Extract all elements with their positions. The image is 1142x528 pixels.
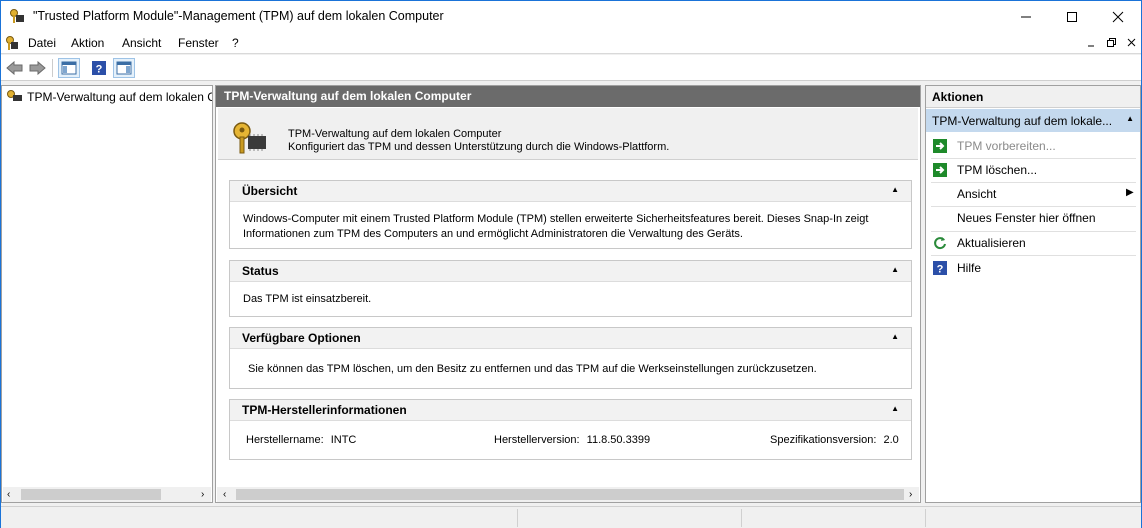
menu-datei[interactable]: Datei bbox=[28, 36, 56, 50]
status-text: Das TPM ist einsatzbereit. bbox=[243, 293, 372, 305]
results-horizontal-scrollbar[interactable]: ‹ › bbox=[217, 487, 919, 502]
spec-version-row: Spezifikationsversion: 2.0 bbox=[770, 434, 899, 446]
results-header: TPM-Verwaltung auf dem lokalen Computer bbox=[216, 86, 920, 107]
child-restore-button[interactable] bbox=[1105, 36, 1119, 50]
collapse-caret-icon[interactable]: ▲ bbox=[891, 185, 899, 194]
scroll-right-icon[interactable]: › bbox=[201, 489, 204, 500]
section-manufacturer: TPM-Herstellerinformationen ▲ Hersteller… bbox=[229, 399, 912, 460]
toolbar-separator bbox=[52, 59, 53, 77]
section-status-header[interactable]: Status ▲ bbox=[230, 261, 911, 282]
status-bar bbox=[1, 506, 1141, 528]
show-action-pane-icon[interactable] bbox=[113, 58, 135, 78]
section-title: Verfügbare Optionen bbox=[242, 331, 361, 345]
scroll-thumb[interactable] bbox=[21, 489, 161, 500]
help-icon[interactable]: ? bbox=[89, 58, 109, 78]
help-icon: ? bbox=[933, 261, 947, 276]
section-overview-body: Windows-Computer mit einem Trusted Platf… bbox=[243, 212, 868, 242]
action-refresh[interactable]: Aktualisieren bbox=[957, 236, 1026, 250]
maximize-button[interactable] bbox=[1049, 1, 1095, 32]
tpm-key-chip-icon bbox=[232, 121, 268, 155]
app-menu-icon[interactable] bbox=[5, 35, 19, 51]
tree-item-tpm[interactable]: TPM-Verwaltung auf dem lokalen C bbox=[6, 89, 212, 104]
tree-item-label: TPM-Verwaltung auf dem lokalen C bbox=[27, 90, 212, 104]
section-title: Status bbox=[242, 264, 279, 278]
spec-version-value: 2.0 bbox=[883, 434, 899, 446]
forward-arrow-icon[interactable] bbox=[27, 58, 47, 78]
manufacturer-name-value: INTC bbox=[330, 434, 357, 446]
section-title: TPM-Herstellerinformationen bbox=[242, 403, 407, 417]
actions-subheader[interactable]: TPM-Verwaltung auf dem lokale... ▲ bbox=[926, 109, 1140, 132]
back-arrow-icon[interactable] bbox=[5, 58, 25, 78]
action-new-window[interactable]: Neues Fenster hier öffnen bbox=[957, 211, 1096, 225]
actions-header: Aktionen bbox=[926, 86, 1140, 108]
tree-horizontal-scrollbar[interactable]: ‹ › bbox=[3, 487, 211, 502]
options-text: Sie können das TPM löschen, um den Besit… bbox=[248, 363, 817, 375]
action-prepare-tpm[interactable]: TPM vorbereiten... bbox=[957, 139, 1056, 153]
action-clear-tpm[interactable]: TPM löschen... bbox=[957, 163, 1037, 177]
action-separator bbox=[931, 158, 1136, 159]
mmc-window: "Trusted Platform Module"-Management (TP… bbox=[0, 0, 1142, 528]
window-title: "Trusted Platform Module"-Management (TP… bbox=[33, 9, 444, 23]
status-divider bbox=[517, 509, 518, 527]
manufacturer-name-row: Herstellername: INTC bbox=[246, 434, 356, 446]
minimize-button[interactable] bbox=[1003, 1, 1049, 32]
manufacturer-name-label: Herstellername: bbox=[246, 434, 324, 446]
toolbar: ? bbox=[1, 55, 1141, 81]
tpm-chip-icon bbox=[7, 90, 22, 101]
svg-text:?: ? bbox=[937, 264, 944, 276]
scroll-thumb[interactable] bbox=[236, 489, 904, 500]
action-separator bbox=[931, 182, 1136, 183]
green-arrow-icon bbox=[933, 139, 947, 153]
overview-line-2: Informationen zum TPM des Computers an u… bbox=[243, 228, 743, 240]
results-pane: TPM-Verwaltung auf dem lokalen Computer … bbox=[215, 85, 921, 503]
refresh-icon bbox=[933, 236, 947, 250]
scroll-left-icon[interactable]: ‹ bbox=[7, 489, 10, 500]
scroll-right-icon[interactable]: › bbox=[909, 489, 912, 500]
collapse-caret-icon[interactable]: ▲ bbox=[1126, 114, 1134, 123]
svg-text:?: ? bbox=[96, 64, 103, 76]
submenu-arrow-icon[interactable]: ▶ bbox=[1126, 187, 1134, 198]
console-tree: TPM-Verwaltung auf dem lokalen C ‹ › bbox=[1, 85, 213, 503]
section-overview: Übersicht ▲ Windows-Computer mit einem T… bbox=[229, 180, 912, 249]
close-button[interactable] bbox=[1095, 1, 1141, 32]
manufacturer-version-row: Herstellerversion: 11.8.50.3399 bbox=[494, 434, 650, 446]
actions-subheader-label: TPM-Verwaltung auf dem lokale... bbox=[932, 114, 1113, 128]
green-arrow-icon bbox=[933, 163, 947, 177]
spec-version-label: Spezifikationsversion: bbox=[770, 434, 877, 446]
action-help[interactable]: Hilfe bbox=[957, 261, 981, 275]
menu-help[interactable]: ? bbox=[232, 36, 239, 50]
section-status: Status ▲ Das TPM ist einsatzbereit. bbox=[229, 260, 912, 317]
menu-fenster[interactable]: Fenster bbox=[178, 36, 219, 50]
child-close-button[interactable] bbox=[1125, 36, 1139, 50]
intro-title: TPM-Verwaltung auf dem lokalen Computer bbox=[288, 128, 502, 140]
section-manufacturer-header[interactable]: TPM-Herstellerinformationen ▲ bbox=[230, 400, 911, 421]
menu-aktion[interactable]: Aktion bbox=[71, 36, 104, 50]
collapse-caret-icon[interactable]: ▲ bbox=[891, 265, 899, 274]
section-options-header[interactable]: Verfügbare Optionen ▲ bbox=[230, 328, 911, 349]
title-bar[interactable]: "Trusted Platform Module"-Management (TP… bbox=[1, 1, 1141, 32]
action-separator bbox=[931, 231, 1136, 232]
intro-description: Konfiguriert das TPM und dessen Unterstü… bbox=[288, 141, 670, 153]
actions-pane: Aktionen TPM-Verwaltung auf dem lokale..… bbox=[925, 85, 1141, 503]
menu-ansicht[interactable]: Ansicht bbox=[122, 36, 161, 50]
child-minimize-button[interactable] bbox=[1085, 36, 1099, 50]
section-options: Verfügbare Optionen ▲ Sie können das TPM… bbox=[229, 327, 912, 389]
status-divider bbox=[925, 509, 926, 527]
overview-line-1: Windows-Computer mit einem Trusted Platf… bbox=[243, 213, 869, 225]
menu-bar: Datei Aktion Ansicht Fenster ? bbox=[1, 32, 1141, 54]
status-divider bbox=[741, 509, 742, 527]
action-view[interactable]: Ansicht bbox=[957, 187, 996, 201]
scroll-left-icon[interactable]: ‹ bbox=[223, 489, 226, 500]
manufacturer-version-value: 11.8.50.3399 bbox=[586, 434, 651, 446]
intro-banner: TPM-Verwaltung auf dem lokalen Computer … bbox=[218, 108, 918, 160]
action-separator bbox=[931, 255, 1136, 256]
section-title: Übersicht bbox=[242, 184, 298, 198]
show-tree-icon[interactable] bbox=[58, 58, 80, 78]
collapse-caret-icon[interactable]: ▲ bbox=[891, 332, 899, 341]
action-separator bbox=[931, 206, 1136, 207]
manufacturer-version-label: Herstellerversion: bbox=[494, 434, 580, 446]
collapse-caret-icon[interactable]: ▲ bbox=[891, 404, 899, 413]
section-overview-header[interactable]: Übersicht ▲ bbox=[230, 181, 911, 202]
tpm-key-icon bbox=[9, 8, 25, 24]
